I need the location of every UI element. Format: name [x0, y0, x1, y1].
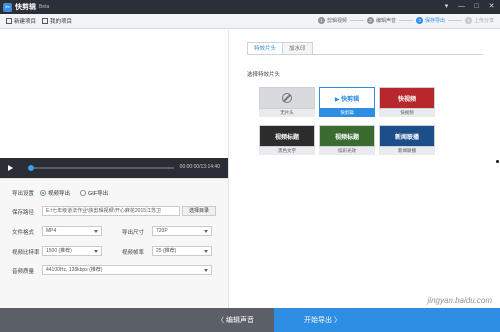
step-edit-video[interactable]: 1 剪辑视频 — [317, 17, 347, 24]
intro-thumbnail: ▶ 快剪辑 — [319, 87, 375, 109]
intro-kuaijianji[interactable]: ▶ 快剪辑 快剪辑 — [319, 87, 375, 117]
intro-thumbnail: 快视频 — [379, 87, 435, 109]
toolbar: 新建项目 我的项目 1 剪辑视频 2 编辑声音 3 保存导出 4 上传分享 — [0, 14, 500, 29]
intro-thumbnail — [259, 87, 315, 109]
export-settings-label: 导出设置 — [12, 191, 35, 197]
browse-directory-button[interactable]: 选择目录 — [182, 206, 216, 216]
export-settings-panel: 导出设置 视频导出 GIF导出 保存路径 E:\七年级道法作业\快剪辑视频\开心… — [0, 178, 228, 308]
audio-quality-select[interactable]: 44100Hz, 128kbps (推荐) — [42, 265, 212, 275]
video-fps-select[interactable]: 25 (推荐) — [152, 246, 212, 256]
chevron-down-icon — [204, 269, 208, 272]
maximize-icon[interactable]: □ — [472, 2, 481, 11]
save-path-label: 保存路径 — [12, 210, 35, 216]
progress-knob[interactable] — [28, 165, 34, 171]
file-format-select[interactable]: MP4 — [42, 226, 102, 236]
my-projects-label: 我的项目 — [50, 19, 73, 25]
file-format-label: 文件格式 — [12, 230, 35, 236]
close-icon[interactable]: ✕ — [487, 2, 496, 11]
chevron-down-icon — [204, 230, 208, 233]
start-export-button[interactable]: 开始导出 〉 — [274, 308, 500, 332]
timecode: 00:00:00/13:14:40 — [179, 164, 220, 170]
new-project-icon — [6, 18, 12, 24]
intro-light-effect[interactable]: 视频标题 炫彩光效 — [319, 125, 375, 155]
save-path-field[interactable]: E:\七年级道法作业\快剪辑视频\开心麻花2015江苏卫 — [42, 206, 180, 216]
app-title: 快剪辑 — [15, 4, 36, 11]
title-bar: ✂ 快剪辑 Beta ▾ — □ ✕ — [0, 0, 500, 14]
step-upload-share: 4 上传分享 — [464, 17, 494, 24]
intro-black-text[interactable]: 视频标题 黑色文字 — [259, 125, 315, 155]
video-bitrate-select[interactable]: 1500 (推荐) — [42, 246, 102, 256]
intro-thumbnail: 新闻联播 — [379, 125, 435, 147]
intro-none[interactable]: 无片头 — [259, 87, 315, 117]
audio-quality-label: 音频质量 — [12, 269, 35, 275]
back-edit-audio-button[interactable]: 〈 编辑声音 — [0, 308, 274, 332]
step-indicator: 1 剪辑视频 2 编辑声音 3 保存导出 4 上传分享 — [317, 17, 494, 24]
export-size-label: 导出尺寸 — [122, 230, 145, 236]
minimize-icon[interactable]: — — [457, 2, 466, 11]
video-bitrate-label: 视频比特率 — [12, 250, 40, 256]
new-project-button[interactable]: 新建项目 — [6, 17, 36, 25]
menu-dropdown-icon[interactable]: ▾ — [442, 2, 451, 11]
radio-gif[interactable] — [80, 190, 86, 196]
step-save-export[interactable]: 3 保存导出 — [415, 17, 445, 24]
intro-kuaishipin[interactable]: 快视频 快视频 — [379, 87, 435, 117]
step-edit-audio[interactable]: 2 编辑声音 — [366, 17, 396, 24]
intro-news[interactable]: 新闻联播 新闻联播 — [379, 125, 435, 155]
section-title: 选择特效片头 — [247, 72, 281, 78]
effects-panel: 特效片头 加水印 选择特效片头 无片头 ▶ 快剪辑 快剪辑 快视频 快视频 视频… — [228, 30, 500, 308]
beta-badge: Beta — [39, 4, 50, 10]
scissors-logo-icon: ✂ — [3, 2, 12, 12]
player-controls: 00:00:00/13:14:40 — [0, 158, 228, 178]
chevron-down-icon — [94, 250, 98, 253]
intro-thumbnail: 视频标题 — [259, 125, 315, 147]
video-preview — [0, 30, 228, 158]
new-project-label: 新建项目 — [14, 19, 37, 25]
no-intro-icon — [282, 93, 292, 103]
my-projects-button[interactable]: 我的项目 — [42, 17, 72, 25]
folder-icon — [42, 18, 49, 24]
video-fps-label: 视频帧率 — [122, 250, 145, 256]
watermark-text: jingyan.baidu.com — [427, 296, 492, 305]
gif-export-option[interactable]: GIF导出 — [80, 189, 108, 197]
chevron-down-icon — [94, 230, 98, 233]
radio-video[interactable] — [40, 190, 46, 196]
progress-track[interactable] — [28, 167, 174, 169]
export-size-select[interactable]: 720P — [152, 226, 212, 236]
intro-thumbnail: 视频标题 — [319, 125, 375, 147]
cursor-dot — [496, 160, 499, 163]
video-export-option[interactable]: 视频导出 — [40, 189, 70, 197]
play-icon[interactable] — [8, 165, 13, 171]
chevron-down-icon — [204, 250, 208, 253]
bottom-bar: 〈 编辑声音 开始导出 〉 — [0, 308, 500, 332]
